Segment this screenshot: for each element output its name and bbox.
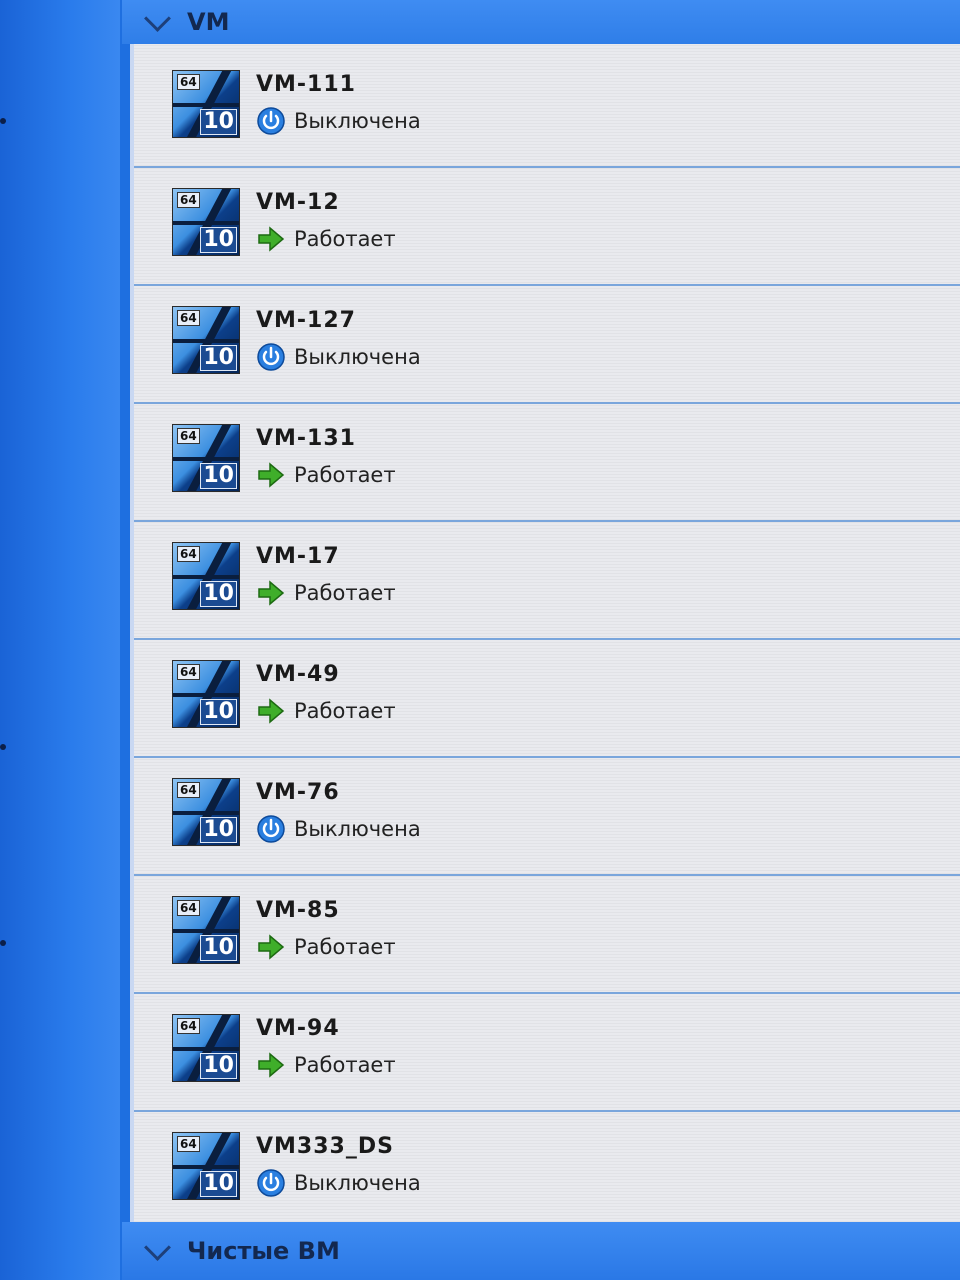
vm-list-item[interactable]: 64 10 VM-94 Работает bbox=[134, 988, 960, 1112]
group-label: VM bbox=[187, 8, 230, 36]
windows-10-os-icon: 64 10 bbox=[172, 424, 240, 492]
vm-status: Работает bbox=[256, 696, 396, 726]
windows-10-os-icon: 64 10 bbox=[172, 306, 240, 374]
os-bits-label: 64 bbox=[177, 782, 200, 798]
vm-list-item[interactable]: 64 10 VM-17 Работает bbox=[134, 516, 960, 640]
power-icon bbox=[257, 815, 285, 843]
group-label: Чистые ВМ bbox=[187, 1237, 340, 1265]
os-bits-label: 64 bbox=[177, 1136, 200, 1152]
windows-10-os-icon: 64 10 bbox=[172, 896, 240, 964]
panel-marker bbox=[0, 940, 6, 946]
vm-status-label: Работает bbox=[294, 227, 396, 251]
vm-name: VM-85 bbox=[256, 898, 340, 923]
vm-status: Работает bbox=[256, 932, 396, 962]
vm-status-label: Выключена bbox=[294, 109, 421, 133]
vm-list-item[interactable]: 64 10 VM333_DS Выключена bbox=[134, 1106, 960, 1230]
os-version-label: 10 bbox=[200, 227, 237, 253]
os-bits-label: 64 bbox=[177, 310, 200, 326]
vm-list-item[interactable]: 64 10 VM-76 Выключена bbox=[134, 752, 960, 876]
vm-status-label: Работает bbox=[294, 463, 396, 487]
os-bits-label: 64 bbox=[177, 428, 200, 444]
running-arrow-icon bbox=[258, 934, 285, 960]
windows-10-os-icon: 64 10 bbox=[172, 778, 240, 846]
windows-10-os-icon: 64 10 bbox=[172, 70, 240, 138]
vm-list-item[interactable]: 64 10 VM-127 Выключена bbox=[134, 280, 960, 404]
os-bits-label: 64 bbox=[177, 192, 200, 208]
vm-status: Работает bbox=[256, 224, 396, 254]
os-bits-label: 64 bbox=[177, 546, 200, 562]
panel-marker bbox=[0, 744, 6, 750]
vm-name: VM-12 bbox=[256, 190, 340, 215]
vm-status: Работает bbox=[256, 460, 396, 490]
vm-status-label: Работает bbox=[294, 699, 396, 723]
os-bits-label: 64 bbox=[177, 664, 200, 680]
vm-status: Выключена bbox=[256, 814, 421, 844]
running-arrow-icon bbox=[258, 226, 285, 252]
os-version-label: 10 bbox=[200, 345, 237, 371]
os-version-label: 10 bbox=[200, 817, 237, 843]
chevron-down-icon[interactable] bbox=[144, 1233, 171, 1261]
group-header-vm[interactable]: VM bbox=[122, 0, 960, 44]
vm-list-item[interactable]: 64 10 VM-49 Работает bbox=[134, 634, 960, 758]
os-version-label: 10 bbox=[200, 699, 237, 725]
vm-name: VM333_DS bbox=[256, 1134, 394, 1159]
vm-status-label: Выключена bbox=[294, 1171, 421, 1195]
left-panel bbox=[0, 0, 120, 1280]
vm-status-label: Работает bbox=[294, 935, 396, 959]
os-version-label: 10 bbox=[200, 581, 237, 607]
vm-status: Выключена bbox=[256, 342, 421, 372]
os-version-label: 10 bbox=[200, 109, 237, 135]
running-arrow-icon bbox=[258, 462, 285, 488]
power-icon bbox=[257, 343, 285, 371]
vm-list: 64 10 VM-111 Выключена 64 10 VM-12 Работает 64 10… bbox=[130, 44, 960, 1230]
os-version-label: 10 bbox=[200, 1053, 237, 1079]
power-icon bbox=[257, 107, 285, 135]
chevron-down-icon[interactable] bbox=[144, 4, 171, 32]
vm-name: VM-49 bbox=[256, 662, 340, 687]
vm-status: Выключена bbox=[256, 1168, 421, 1198]
vm-status-label: Работает bbox=[294, 1053, 396, 1077]
vm-status-label: Выключена bbox=[294, 817, 421, 841]
vm-name: VM-94 bbox=[256, 1016, 340, 1041]
running-arrow-icon bbox=[258, 698, 285, 724]
vm-name: VM-111 bbox=[256, 72, 356, 97]
vm-status-label: Выключена bbox=[294, 345, 421, 369]
os-version-label: 10 bbox=[200, 1171, 237, 1197]
running-arrow-icon bbox=[258, 580, 285, 606]
os-bits-label: 64 bbox=[177, 1018, 200, 1034]
windows-10-os-icon: 64 10 bbox=[172, 188, 240, 256]
vm-name: VM-131 bbox=[256, 426, 356, 451]
os-bits-label: 64 bbox=[177, 74, 200, 90]
group-header-clean-vm[interactable]: Чистые ВМ bbox=[122, 1222, 960, 1280]
vm-list-item[interactable]: 64 10 VM-131 Работает bbox=[134, 398, 960, 522]
running-arrow-icon bbox=[258, 1052, 285, 1078]
vm-status: Выключена bbox=[256, 106, 421, 136]
power-icon bbox=[257, 1169, 285, 1197]
vm-list-item[interactable]: 64 10 VM-85 Работает bbox=[134, 870, 960, 994]
windows-10-os-icon: 64 10 bbox=[172, 1132, 240, 1200]
vm-status-label: Работает bbox=[294, 581, 396, 605]
os-version-label: 10 bbox=[200, 935, 237, 961]
vm-list-item[interactable]: 64 10 VM-12 Работает bbox=[134, 162, 960, 286]
os-version-label: 10 bbox=[200, 463, 237, 489]
windows-10-os-icon: 64 10 bbox=[172, 1014, 240, 1082]
vm-status: Работает bbox=[256, 578, 396, 608]
vm-name: VM-17 bbox=[256, 544, 340, 569]
vm-list-item[interactable]: 64 10 VM-111 Выключена bbox=[134, 44, 960, 168]
vm-name: VM-76 bbox=[256, 780, 340, 805]
windows-10-os-icon: 64 10 bbox=[172, 660, 240, 728]
os-bits-label: 64 bbox=[177, 900, 200, 916]
vm-status: Работает bbox=[256, 1050, 396, 1080]
panel-marker bbox=[0, 118, 6, 124]
vm-name: VM-127 bbox=[256, 308, 356, 333]
windows-10-os-icon: 64 10 bbox=[172, 542, 240, 610]
